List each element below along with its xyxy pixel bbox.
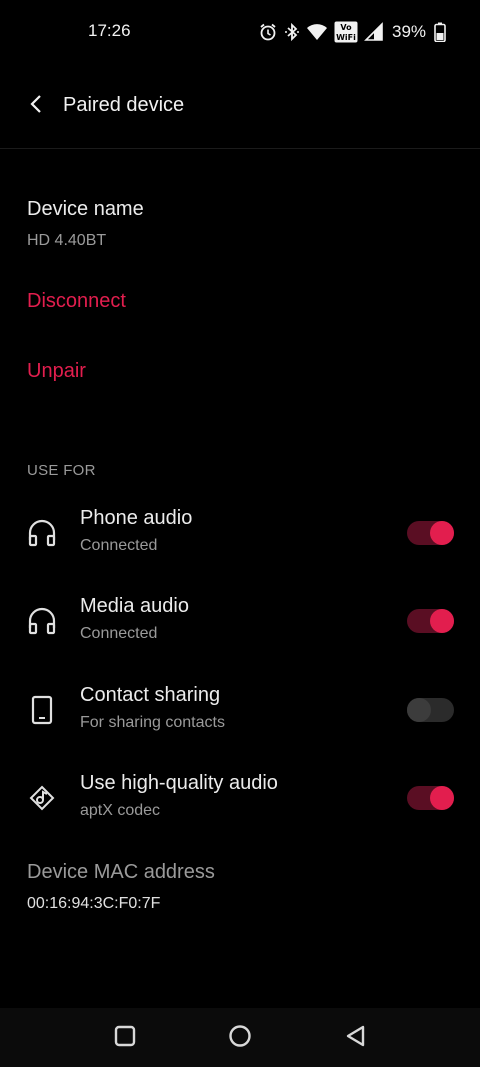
navigation-bar bbox=[0, 1008, 480, 1067]
pref-subtitle: Connected bbox=[80, 537, 158, 554]
back-arrow-icon bbox=[28, 94, 44, 119]
pref-subtitle: aptX codec bbox=[80, 802, 161, 819]
headphones-icon bbox=[26, 605, 58, 637]
status-icons: Vo WiFi 39% bbox=[258, 19, 446, 45]
pref-contact-sharing[interactable]: Contact sharing For sharing contacts bbox=[0, 668, 480, 756]
bluetooth-icon bbox=[284, 22, 300, 42]
section-header-use-for: USE FOR bbox=[27, 462, 96, 479]
alarm-icon bbox=[258, 22, 278, 42]
home-button[interactable] bbox=[226, 1024, 254, 1052]
back-triangle-icon bbox=[344, 1024, 366, 1053]
hq-audio-icon bbox=[26, 782, 58, 814]
battery-percent: 39% bbox=[392, 22, 427, 41]
pref-title: Contact sharing bbox=[80, 684, 221, 706]
pref-subtitle: For sharing contacts bbox=[80, 714, 225, 731]
headphones-icon bbox=[26, 517, 58, 549]
status-time: 17:26 bbox=[88, 21, 131, 40]
pref-title: Phone audio bbox=[80, 507, 193, 529]
pref-phone-audio[interactable]: Phone audio Connected bbox=[0, 491, 480, 579]
wifi-icon bbox=[306, 23, 328, 41]
cell-signal-icon bbox=[364, 22, 384, 42]
pref-media-audio[interactable]: Media audio Connected bbox=[0, 579, 480, 667]
phone-device-icon bbox=[26, 694, 58, 726]
disconnect-button[interactable]: Disconnect bbox=[27, 290, 126, 313]
device-name-row[interactable]: Device name HD 4.40BT bbox=[0, 180, 480, 260]
device-name-label: Device name bbox=[27, 198, 144, 220]
pref-title: Use high-quality audio bbox=[80, 772, 278, 794]
recents-square-icon bbox=[114, 1025, 136, 1052]
svg-text:WiFi: WiFi bbox=[336, 33, 356, 42]
pref-high-quality-audio[interactable]: Use high-quality audio aptX codec bbox=[0, 756, 480, 844]
pref-title: Media audio bbox=[80, 595, 189, 617]
svg-text:Vo: Vo bbox=[340, 23, 352, 32]
nav-back-button[interactable] bbox=[341, 1024, 369, 1052]
media-audio-toggle[interactable] bbox=[407, 609, 454, 633]
high-quality-audio-toggle[interactable] bbox=[407, 786, 454, 810]
unpair-button[interactable]: Unpair bbox=[27, 360, 86, 383]
mac-address-value: 00:16:94:3C:F0:7F bbox=[27, 895, 161, 912]
header-divider bbox=[0, 148, 480, 149]
back-button[interactable] bbox=[18, 88, 54, 124]
mac-address-label: Device MAC address bbox=[27, 861, 215, 883]
contact-sharing-toggle[interactable] bbox=[407, 698, 454, 722]
phone-audio-toggle[interactable] bbox=[407, 521, 454, 545]
pref-subtitle: Connected bbox=[80, 625, 158, 642]
recents-button[interactable] bbox=[111, 1024, 139, 1052]
home-circle-icon bbox=[228, 1024, 252, 1053]
device-name-value: HD 4.40BT bbox=[27, 232, 107, 249]
vowifi-icon: Vo WiFi bbox=[334, 21, 358, 43]
battery-icon bbox=[434, 22, 446, 42]
page-title: Paired device bbox=[63, 94, 185, 116]
